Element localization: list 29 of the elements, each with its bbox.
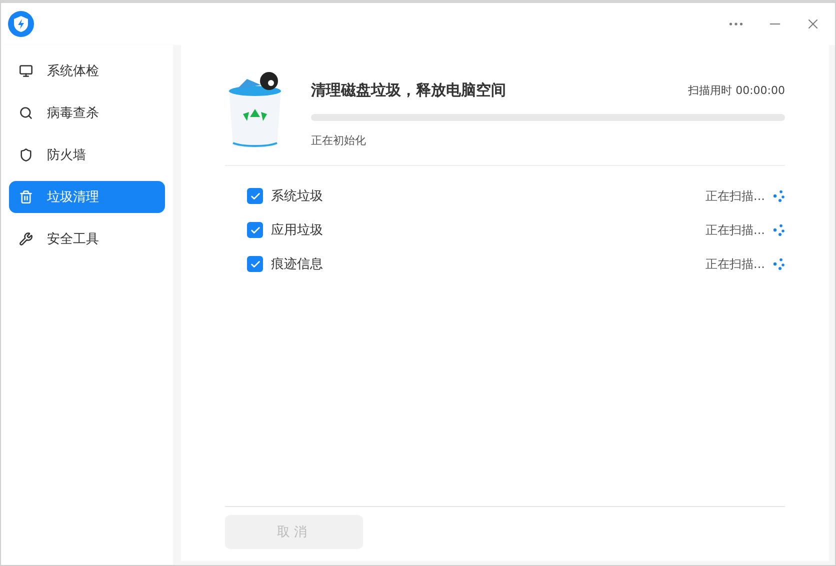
shield-icon <box>19 148 33 162</box>
item-status: 正在扫描... <box>706 222 765 238</box>
scan-status: 正在初始化 <box>311 133 367 148</box>
search-icon <box>19 106 33 120</box>
monitor-icon <box>19 64 33 78</box>
item-label: 应用垃圾 <box>271 222 323 239</box>
item-status: 正在扫描... <box>706 188 765 204</box>
checkbox[interactable] <box>247 222 263 238</box>
sidebar-item[interactable]: 安全工具 <box>9 223 165 255</box>
item-label: 系统垃圾 <box>271 188 323 205</box>
wrench-icon <box>19 232 33 246</box>
trash-icon <box>19 190 33 204</box>
spinner-icon <box>773 224 785 236</box>
spinner-icon <box>773 258 785 270</box>
check-icon <box>250 224 260 236</box>
scan-title: 清理磁盘垃圾，释放电脑空间 <box>311 81 506 100</box>
item-label: 痕迹信息 <box>271 256 323 273</box>
checkbox[interactable] <box>247 256 263 272</box>
item-status: 正在扫描... <box>706 256 765 272</box>
checkbox[interactable] <box>247 188 263 204</box>
spinner-icon <box>773 190 785 202</box>
check-icon <box>250 190 260 202</box>
sidebar-item[interactable]: 防火墙 <box>9 139 165 171</box>
sidebar-item[interactable]: 系统体检 <box>9 55 165 87</box>
sidebar-item[interactable]: 病毒查杀 <box>9 97 165 129</box>
sidebar-item[interactable]: 垃圾清理 <box>9 181 165 213</box>
check-icon <box>250 258 260 270</box>
app-logo <box>7 10 35 38</box>
scan-timer: 扫描用时 00:00:00 <box>688 83 785 98</box>
